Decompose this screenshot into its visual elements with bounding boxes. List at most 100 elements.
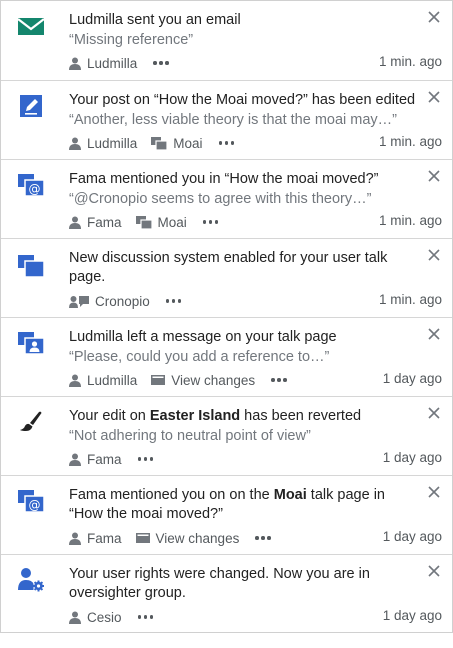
- discussion-icon: [135, 215, 152, 229]
- view-changes-link[interactable]: View changes: [151, 373, 255, 388]
- user-link[interactable]: Fama: [69, 531, 122, 546]
- close-icon[interactable]: [426, 168, 442, 184]
- user-name: Cesio: [87, 609, 122, 625]
- notification-time: 1 day ago: [382, 371, 442, 386]
- user-icon: [69, 137, 81, 150]
- user-name: Ludmilla: [87, 372, 138, 388]
- notification-item[interactable]: New discussion system enabled for your u…: [1, 238, 452, 317]
- user-talk-link[interactable]: Cronopio: [69, 294, 150, 309]
- discussion-icon: [17, 252, 45, 280]
- title-text: “How the moai moved?”: [69, 506, 223, 522]
- user-name: Fama: [87, 451, 122, 467]
- revert-brush-icon: [17, 408, 45, 436]
- notification-title: Ludmilla left a message on your talk pag…: [69, 329, 337, 345]
- user-talk-icon: [69, 295, 89, 308]
- talk-message-icon: [17, 329, 45, 357]
- mention-icon: @: [17, 487, 45, 515]
- close-icon[interactable]: [426, 326, 442, 342]
- close-icon[interactable]: [426, 9, 442, 25]
- notification-time: 1 day ago: [382, 608, 442, 623]
- title-text: oversighter group.: [69, 585, 186, 601]
- notification-title: New discussion system enabled for your u…: [69, 250, 388, 285]
- notification-time: 1 min. ago: [378, 134, 442, 149]
- notification-time: 1 min. ago: [378, 213, 442, 228]
- page-name: Moai: [173, 135, 203, 151]
- notification-time: 1 day ago: [382, 529, 442, 544]
- notification-excerpt: “@Cronopio seems to agree with this theo…: [69, 191, 372, 207]
- page-link[interactable]: Moai: [135, 214, 187, 230]
- notification-excerpt: “Not adhering to neutral point of view”: [69, 428, 311, 444]
- user-name: Ludmilla: [87, 135, 138, 151]
- page-title-link[interactable]: Moai: [274, 487, 307, 503]
- user-icon: [69, 532, 81, 545]
- view-changes-label: View changes: [171, 372, 256, 388]
- more-actions-button[interactable]: [137, 615, 156, 619]
- notification-title: Fama mentioned you in “How the moai move…: [69, 171, 379, 187]
- pencil-icon: [17, 92, 45, 120]
- close-icon[interactable]: [426, 405, 442, 421]
- notification-item[interactable]: Ludmilla left a message on your talk pag…: [1, 317, 452, 396]
- more-actions-button[interactable]: [165, 299, 184, 303]
- notification-excerpt: “Please, could you add a reference to…”: [69, 349, 330, 365]
- notification-excerpt: “Another, less viable theory is that the…: [69, 112, 398, 128]
- user-link[interactable]: Cesio: [69, 610, 122, 625]
- discussion-icon: [151, 136, 168, 150]
- notification-title: Your post on “How the Moai moved?” has b…: [69, 92, 416, 108]
- more-actions-button[interactable]: [218, 141, 237, 145]
- close-icon[interactable]: [426, 563, 442, 579]
- close-icon[interactable]: [426, 484, 442, 500]
- user-icon: [69, 216, 81, 229]
- notification-title: Ludmilla sent you an email: [69, 12, 241, 28]
- user-rights-icon: [17, 566, 45, 594]
- user-link[interactable]: Ludmilla: [69, 373, 137, 388]
- view-changes-label: View changes: [155, 530, 240, 546]
- notification-item[interactable]: @ Fama mentioned you in “How the moai mo…: [1, 159, 452, 238]
- notification-title: Your user rights were changed. Now you a…: [69, 565, 418, 603]
- notification-item[interactable]: Your user rights were changed. Now you a…: [1, 554, 452, 632]
- close-icon[interactable]: [426, 89, 442, 105]
- user-name: Fama: [87, 530, 122, 546]
- notification-item[interactable]: @ Fama mentioned you on on the Moai talk…: [1, 475, 452, 554]
- notification-item[interactable]: Ludmilla sent you an email “Missing refe…: [1, 1, 452, 80]
- user-link[interactable]: Ludmilla: [69, 136, 137, 151]
- page-link[interactable]: Moai: [151, 135, 203, 151]
- user-link[interactable]: Ludmilla: [69, 56, 137, 71]
- more-actions-button[interactable]: [153, 61, 171, 65]
- notification-time: 1 min. ago: [378, 54, 442, 69]
- svg-text:@: @: [29, 182, 41, 196]
- close-icon[interactable]: [426, 247, 442, 263]
- user-icon: [69, 453, 81, 466]
- notifications-panel: Ludmilla sent you an email “Missing refe…: [0, 0, 453, 633]
- mention-icon: @: [17, 171, 45, 199]
- notification-excerpt: “Missing reference”: [69, 32, 194, 48]
- page-title-link[interactable]: Easter Island: [150, 408, 240, 424]
- more-actions-button[interactable]: [202, 220, 221, 224]
- notification-title: Fama mentioned you on on the Moai talk p…: [69, 486, 418, 524]
- user-name: Ludmilla: [87, 55, 138, 71]
- notification-item[interactable]: Your post on “How the Moai moved?” has b…: [1, 80, 452, 159]
- title-text: Fama mentioned you on on the: [69, 487, 274, 503]
- more-actions-button[interactable]: [271, 378, 289, 382]
- diff-icon: [151, 375, 166, 385]
- user-icon: [69, 374, 81, 387]
- user-name: Cronopio: [95, 293, 150, 309]
- notification-time: 1 min. ago: [378, 292, 442, 307]
- envelope-icon: [17, 12, 45, 40]
- user-icon: [69, 57, 81, 70]
- notification-title: Your edit on Easter Island has been reve…: [69, 407, 418, 426]
- notification-item[interactable]: Your edit on Easter Island has been reve…: [1, 396, 452, 475]
- user-link[interactable]: Fama: [69, 452, 122, 467]
- diff-icon: [135, 533, 150, 543]
- page-name: Moai: [157, 214, 187, 230]
- user-icon: [69, 611, 81, 624]
- more-actions-button[interactable]: [137, 457, 156, 461]
- more-actions-button[interactable]: [255, 536, 273, 540]
- view-changes-link[interactable]: View changes: [135, 530, 240, 546]
- title-text: has been reverted: [240, 408, 362, 424]
- title-text: Your user rights were changed. Now you a…: [69, 566, 370, 582]
- title-text: Your edit on: [69, 408, 150, 424]
- user-name: Fama: [87, 214, 122, 230]
- notification-time: 1 day ago: [382, 450, 442, 465]
- svg-text:@: @: [29, 498, 41, 512]
- user-link[interactable]: Fama: [69, 215, 122, 230]
